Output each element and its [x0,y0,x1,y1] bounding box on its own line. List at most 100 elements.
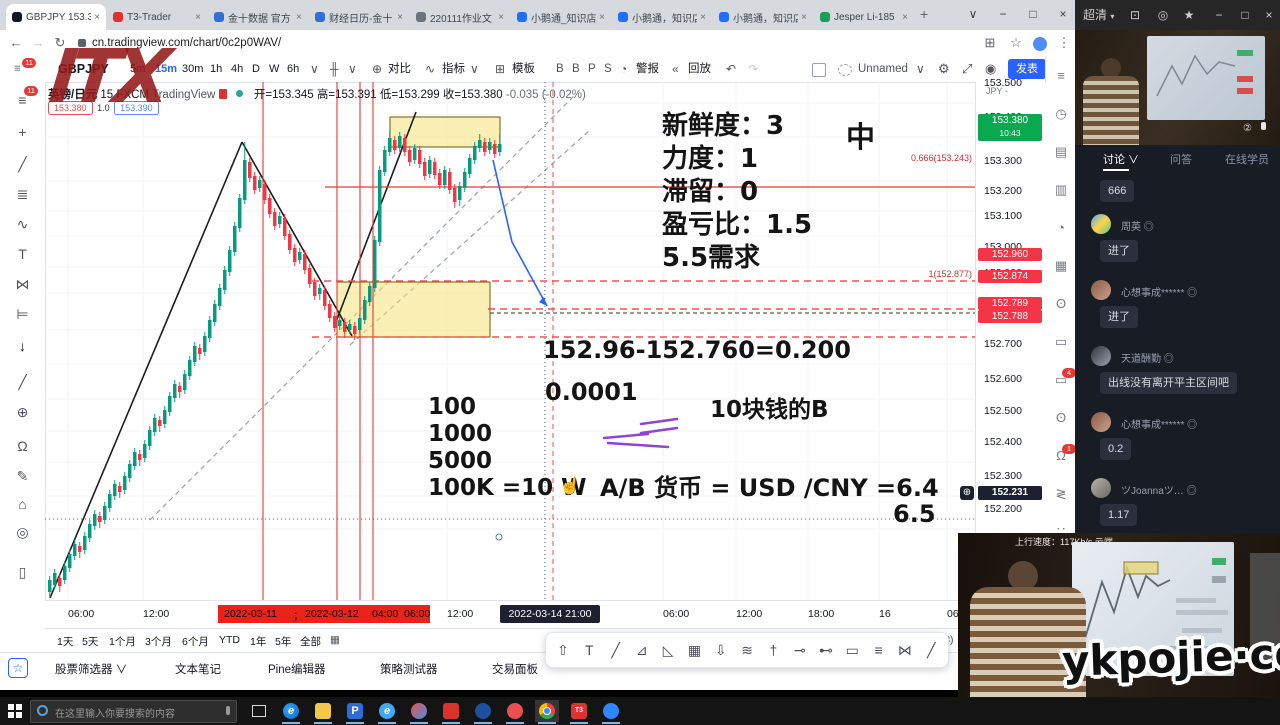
range-tab-全部[interactable]: 全部 [300,634,321,649]
tab-close-icon[interactable]: × [599,12,605,23]
app-tab-问答[interactable]: 问答 [1170,151,1192,167]
teacher-video[interactable]: ② [1075,30,1280,145]
xabcd-pattern-icon[interactable]: ⋈ [892,633,918,667]
red-app-icon[interactable] [439,700,463,722]
streams-icon[interactable]: ʘ [1046,410,1076,425]
price-line-icon[interactable]: ⊷ [813,633,839,667]
new-tab-button[interactable]: + [920,6,928,22]
window-max[interactable]: □ [1018,0,1048,28]
text-tool-icon[interactable]: T [0,246,45,262]
fib-retracement-icon[interactable]: ≣ [0,186,45,203]
compare-icon[interactable]: ⊕ [372,56,382,82]
tab-close-icon[interactable]: × [195,12,201,23]
range-tab-3个月[interactable]: 3个月 [145,634,172,649]
start-button[interactable] [8,704,22,718]
trend-line-icon[interactable]: ╱ [603,633,629,667]
hotlist-icon[interactable]: ◔ [1046,220,1076,235]
quality-selector[interactable]: 超清 ▾ [1083,0,1121,30]
browser-tab[interactable]: GBPJPY 153.3× [6,4,106,30]
quick-button-S3[interactable]: S [604,56,612,82]
browser-tab[interactable]: 财经日历-金十× [309,4,409,30]
interval-4h[interactable]: 4h [231,56,243,82]
ideas-icon[interactable]: ʘ [1046,296,1076,311]
range-tab-6个月[interactable]: 6个月 [182,634,209,649]
layout-name[interactable]: Unnamed [858,56,908,82]
app-tab-在线学员[interactable]: 在线学员 [1225,151,1269,167]
panel-tab-1[interactable]: 文本笔记 [175,661,221,677]
chrome-icon[interactable] [535,700,559,722]
flag-icon[interactable] [219,89,227,99]
tab-close-icon[interactable]: × [94,12,100,23]
file-explorer-icon[interactable] [311,700,335,722]
indicators-icon[interactable]: ∿ [425,56,435,82]
app-close-icon[interactable]: × [1257,0,1280,30]
favorites-star-button[interactable]: ☆ [8,658,28,678]
app-tab-讨论[interactable]: 讨论 ∨ [1103,151,1139,167]
blue-circle-app-icon[interactable] [599,700,623,722]
edge-icon[interactable]: e [279,700,303,722]
add-alert-plus-icon[interactable]: ⊕ [960,486,974,500]
range-tab-5天[interactable]: 5天 [82,634,98,649]
range-tab-1年[interactable]: 1年 [250,634,266,649]
horizontal-ray-icon[interactable]: ⊸ [787,633,813,667]
crosshair-icon[interactable]: + [0,124,45,140]
range-tab-5年[interactable]: 5年 [275,634,291,649]
comment-icon[interactable]: ▭ [839,633,865,667]
wave-icon[interactable]: ∿ [0,216,45,233]
lock-icon[interactable]: ⌂ [0,496,45,512]
trash-icon[interactable]: ▯ [0,564,45,581]
panel-tab-2[interactable]: Pine编辑器 [268,661,326,677]
publish-button[interactable]: 发表 [1008,59,1046,79]
chat-panel[interactable]: 666周英 ◎进了心想事成****** ◎进了天道酬勤 ◎出线没有离开平主区间吧… [1075,172,1280,535]
forward-icon[interactable]: → [28,30,48,56]
share-icon[interactable]: ⊡ [1123,0,1147,30]
p-app-icon[interactable]: P [343,700,367,722]
quick-button-B1[interactable]: B [572,56,580,82]
app-maximize-icon[interactable]: □ [1233,0,1257,30]
browser-tab[interactable]: 小鹅通_知识店× [511,4,611,30]
right-triangle-icon[interactable]: ◺ [655,633,681,667]
vertical-cursor-icon[interactable]: † [760,633,786,667]
ruler-icon[interactable]: ╱ [0,374,45,391]
zoom-in-icon[interactable]: ⊕ [0,404,45,421]
tab-close-icon[interactable]: × [700,12,706,23]
red-round-app-icon[interactable] [503,700,527,722]
menu-icon[interactable]: ≡ [0,92,45,108]
go-to-date-icon[interactable]: ▦ [330,634,340,646]
draw-pencil-icon[interactable]: ✎ [0,468,45,485]
compare-button[interactable]: 对比 [388,56,411,82]
arrow-down-icon[interactable]: ⇩ [708,633,734,667]
replay-button[interactable]: 回放 [688,56,711,82]
watchlist-icon[interactable]: ≡ [1046,68,1076,83]
order-panel-icon[interactable]: ≷ [1046,486,1076,502]
pin-icon[interactable]: ★ [1177,0,1201,30]
extensions-icon[interactable]: ⊞ [980,30,1000,56]
interval-6h[interactable]: 6h [287,56,299,82]
browser-tab[interactable]: 小鹅通，知识店× [612,4,712,30]
interval-1h[interactable]: 1h [210,56,222,82]
browser-tab[interactable]: Jesper Li-185× [814,4,914,30]
checkbox[interactable] [812,63,826,77]
undo-icon[interactable]: ↶ [726,56,736,82]
tab-close-icon[interactable]: × [801,12,807,23]
public-chat-icon[interactable]: ▭ [1046,334,1076,350]
ie-icon[interactable]: e [375,700,399,722]
calendar-icon[interactable]: ▦ [1046,258,1076,274]
text-icon[interactable]: T [576,633,602,667]
range-tab-1个月[interactable]: 1个月 [109,634,136,649]
bookmark-star-icon[interactable]: ☆ [1006,30,1026,56]
taskbar-search[interactable]: 在这里输入你要搜索的内容 [30,700,237,723]
replay-icon[interactable]: « [672,56,679,82]
blue-app-icon[interactable] [471,700,495,722]
long-position-icon[interactable]: ⊨ [0,306,45,323]
redo-icon[interactable]: ↷ [748,56,758,82]
app-minimize-icon[interactable]: − [1207,0,1231,30]
quark-icon[interactable] [407,700,431,722]
news-icon[interactable]: ▤ [1046,144,1076,160]
style-caret-icon[interactable]: ∨ [348,56,357,82]
back-icon[interactable]: ← [6,30,26,56]
arrow-up-icon[interactable]: ⇧ [550,633,576,667]
browser-tab[interactable]: T3-Trader× [107,4,207,30]
flat-lines-icon[interactable]: ≡ [866,633,892,667]
panel-tab-4[interactable]: 交易面板 [492,661,538,677]
